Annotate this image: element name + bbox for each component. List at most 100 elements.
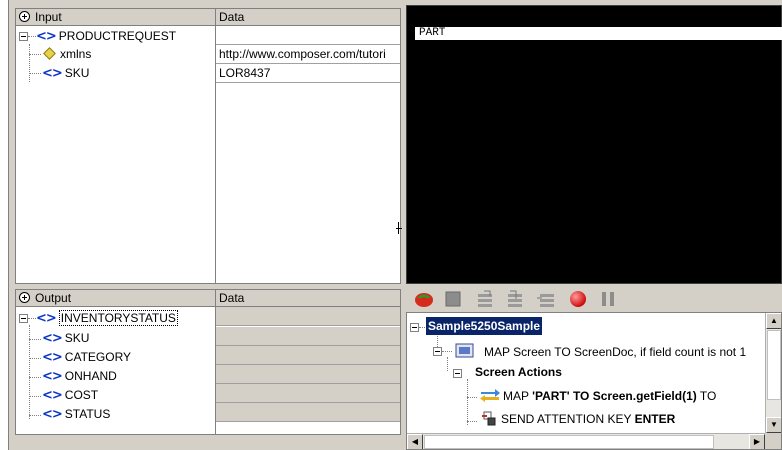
node-label-bold: 'PART' TO Screen.getField(1) [532, 389, 697, 403]
output-data-column [215, 307, 400, 434]
node-label: CATEGORY [64, 350, 132, 364]
data-cell[interactable] [216, 26, 400, 45]
element-icon: <> [36, 311, 57, 326]
scroll-thumb[interactable] [767, 330, 781, 400]
data-cell[interactable] [216, 307, 400, 326]
tree-node-category[interactable]: <> CATEGORY [42, 348, 131, 367]
data-header-label: Data [219, 10, 245, 24]
output-header-label: Output [35, 291, 72, 305]
tree-node-sku[interactable]: <> SKU [42, 64, 89, 83]
expand-plus-icon[interactable] [19, 11, 30, 22]
tree-line [29, 73, 41, 74]
action-flow-tree: Sample5250Sample MAP Screen TO ScreenDoc… [406, 312, 782, 450]
node-label-prefix: MAP [503, 389, 533, 403]
node-label: SKU [64, 66, 90, 80]
send-key-icon [482, 411, 496, 426]
tree-line [467, 379, 468, 425]
node-label: xmlns [60, 47, 92, 61]
collapse-toggle[interactable] [19, 314, 28, 323]
tree-line [28, 36, 36, 37]
data-header-cell[interactable]: Data [215, 9, 400, 26]
tree-line [419, 327, 425, 328]
node-label: PRODUCTREQUEST [58, 29, 177, 43]
terminal-input-field[interactable]: PART [415, 27, 782, 40]
record-icon [570, 291, 586, 307]
tree-line [29, 54, 41, 55]
input-header-label: Input [35, 10, 62, 24]
scroll-right-arrow-icon[interactable]: ▶ [749, 434, 765, 449]
collapse-toggle[interactable] [410, 323, 419, 332]
expand-plus-icon[interactable] [19, 292, 30, 303]
element-icon: <> [42, 66, 63, 81]
tree-line [29, 44, 30, 82]
data-header-cell[interactable]: Data [215, 290, 400, 307]
node-label: MAP Screen TO ScreenDoc, if field count … [484, 345, 747, 359]
output-grid-header: Output Data [16, 290, 400, 307]
tree-node-cost[interactable]: <> COST [42, 386, 98, 405]
horizontal-splitter[interactable] [15, 284, 401, 288]
step-icon [478, 290, 492, 307]
data-cell[interactable] [216, 346, 400, 365]
data-cell[interactable] [216, 403, 400, 422]
tree-node-xmlns[interactable]: xmlns [42, 45, 91, 64]
attribute-icon [43, 47, 56, 60]
tree-line [29, 358, 41, 359]
scroll-down-arrow-icon[interactable]: ▼ [766, 417, 781, 433]
step-out-button[interactable] [536, 290, 554, 308]
tree-line [442, 351, 452, 352]
scroll-thumb[interactable] [424, 435, 714, 449]
element-icon: <> [42, 388, 63, 403]
node-label: INVENTORYSTATUS [58, 310, 178, 326]
flow-node-map-part[interactable]: MAP 'PART' TO Screen.getField(1) TO [479, 387, 716, 406]
collapse-toggle[interactable] [19, 32, 28, 41]
run-button[interactable] [414, 290, 433, 308]
element-icon: <> [36, 29, 57, 44]
vertical-scrollbar[interactable]: ▲ ▼ [765, 313, 781, 433]
data-cell[interactable] [216, 384, 400, 403]
pause-button[interactable] [599, 290, 617, 308]
collapse-toggle[interactable] [433, 347, 442, 356]
flow-node-screen-actions[interactable]: Screen Actions [463, 363, 562, 382]
element-icon: <> [42, 350, 63, 365]
tree-node-status[interactable]: <> STATUS [42, 405, 110, 424]
tree-line [467, 421, 477, 422]
element-icon: <> [42, 369, 63, 384]
output-header-cell[interactable]: Output [16, 290, 215, 307]
node-label: STATUS [64, 407, 111, 421]
flow-node-send-key[interactable]: SEND ATTENTION KEY ENTER [481, 410, 675, 429]
stop-button[interactable] [444, 290, 462, 308]
tree-line [447, 357, 448, 371]
tree-node-onhand[interactable]: <> ONHAND [42, 367, 117, 386]
data-cell[interactable]: http://www.composer.com/tutori [216, 45, 400, 64]
collapse-toggle[interactable] [453, 369, 462, 378]
node-label-prefix: SEND ATTENTION KEY [501, 412, 635, 426]
input-pane: Input Data <> PRODUCTREQUEST xmlns <> SKU … [15, 8, 401, 284]
node-label: Screen Actions [475, 365, 562, 379]
map-arrows-icon [480, 389, 500, 402]
step-over-button[interactable] [476, 290, 494, 308]
step-into-button[interactable] [506, 290, 524, 308]
pause-icon [602, 292, 614, 306]
record-button[interactable] [569, 290, 587, 308]
data-cell[interactable]: LOR8437 [216, 64, 400, 83]
tree-line [29, 415, 41, 416]
element-icon: <> [42, 331, 63, 346]
input-header-cell[interactable]: Input [16, 9, 215, 26]
node-label: SKU [64, 331, 90, 345]
terminal-screen[interactable]: PART [406, 5, 782, 284]
data-cell[interactable] [216, 365, 400, 384]
screen-map-icon [455, 343, 474, 358]
scroll-up-arrow-icon[interactable]: ▲ [766, 313, 781, 329]
horizontal-scrollbar[interactable]: ◀ ▶ [407, 433, 765, 449]
node-label: ONHAND [64, 369, 117, 383]
flow-node-map-screen[interactable]: MAP Screen TO ScreenDoc, if field count … [455, 341, 746, 363]
node-label-bold: ENTER [634, 412, 676, 426]
data-cell[interactable] [216, 327, 400, 346]
tree-line [29, 339, 41, 340]
debug-toolbar [406, 286, 782, 311]
scroll-left-arrow-icon[interactable]: ◀ [407, 434, 423, 449]
flow-root-node[interactable]: Sample5250Sample [426, 317, 543, 335]
tree-node-productrequest[interactable]: <> PRODUCTREQUEST [36, 27, 176, 46]
tree-node-inventorystatus[interactable]: <> INVENTORYSTATUS [36, 309, 178, 328]
tree-node-sku[interactable]: <> SKU [42, 329, 89, 348]
